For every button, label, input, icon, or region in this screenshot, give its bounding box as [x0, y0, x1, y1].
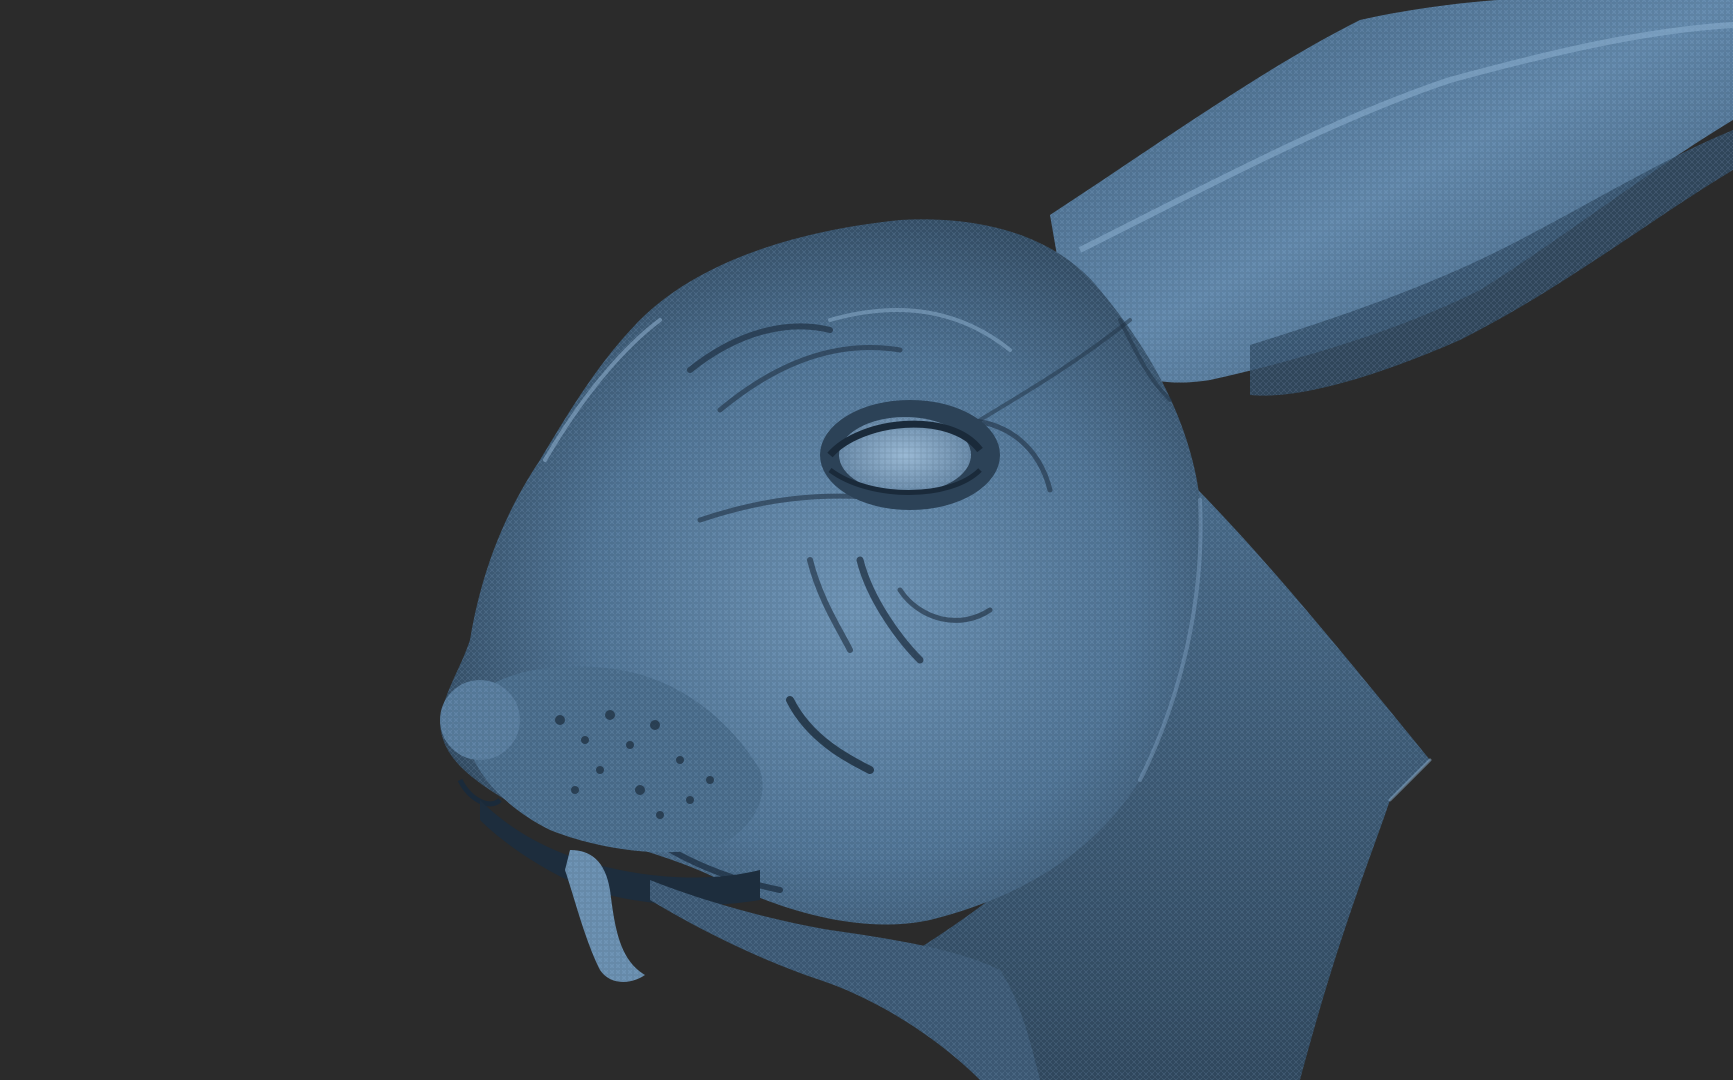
eye [820, 400, 1000, 510]
3d-viewport[interactable] [0, 0, 1733, 1080]
ear [1050, 0, 1733, 396]
rabbit-head-model[interactable] [0, 0, 1733, 1080]
